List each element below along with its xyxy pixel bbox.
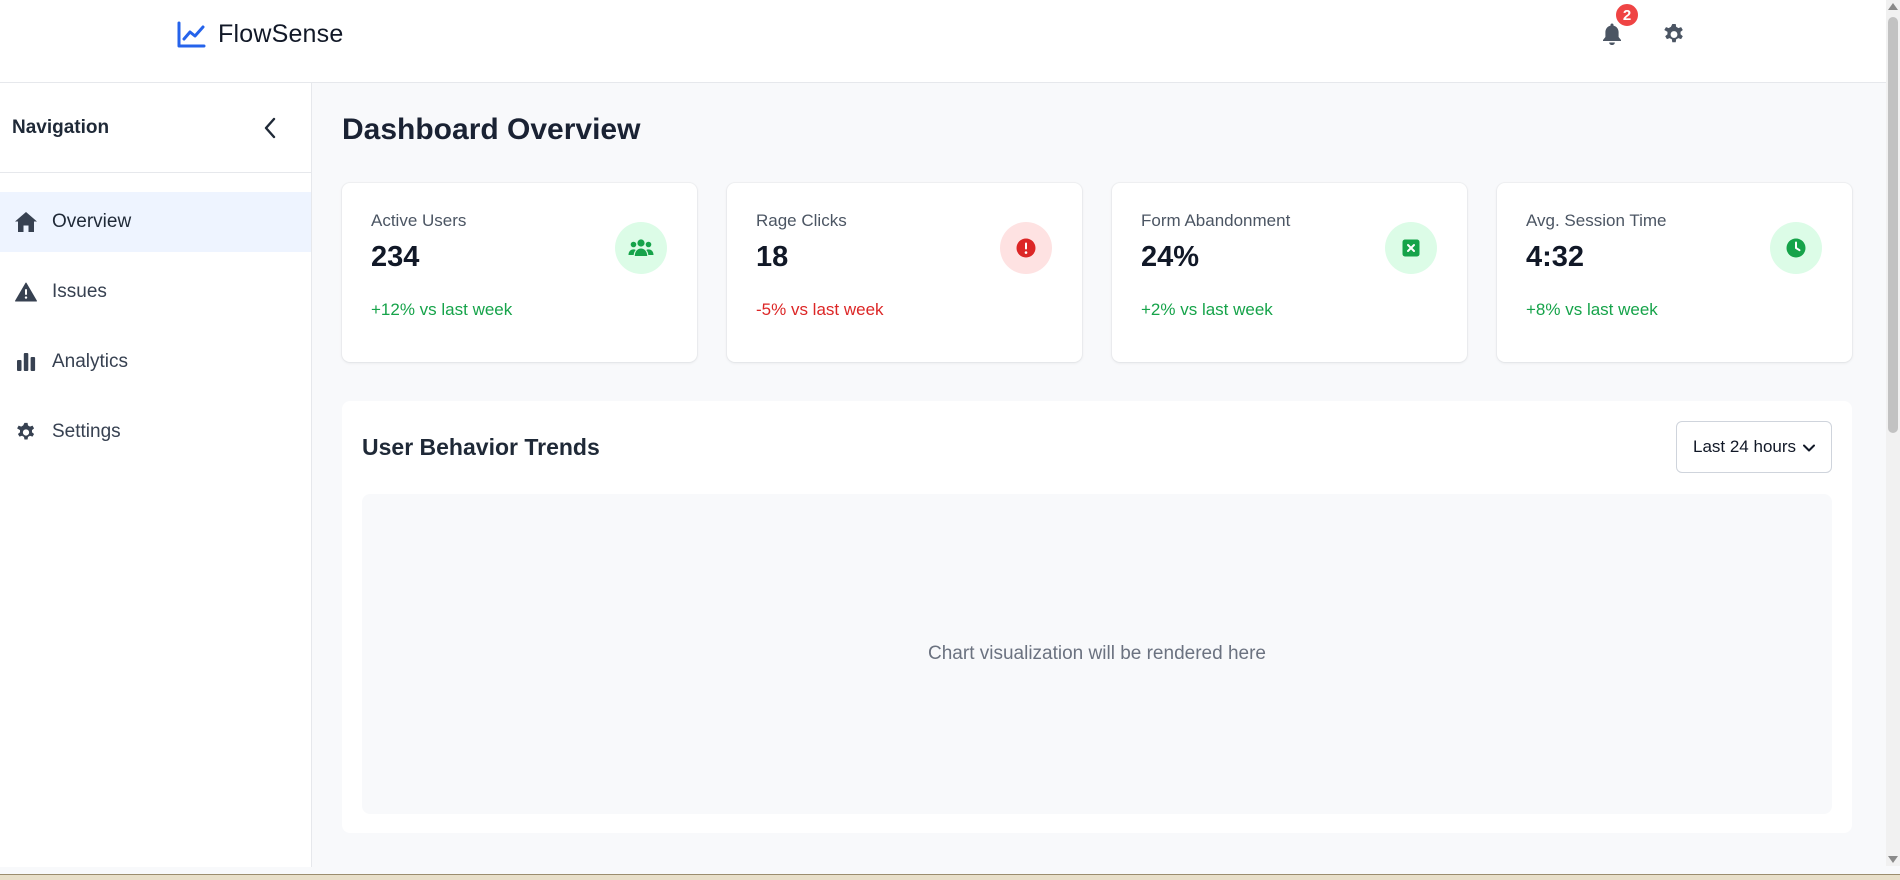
stat-change: +8% vs last week [1526,300,1658,319]
time-range-select[interactable]: Last 24 hours [1676,421,1832,473]
collapse-sidebar-button[interactable] [257,115,283,141]
clock-icon [1770,222,1822,274]
sidebar-header: Navigation [0,83,311,173]
header-actions: 2 [1600,2,1686,50]
stat-change: +12% vs last week [371,300,513,319]
stat-card-avg-session-time: Avg. Session Time 4:32 +8% vs last week [1497,183,1852,362]
chevron-down-icon [1803,437,1815,457]
chevron-left-icon [264,117,276,138]
stat-change: -5% vs last week [756,300,884,319]
line-chart-icon [176,21,206,49]
sidebar-item-issues[interactable]: Issues [0,262,311,322]
bottom-edge [0,874,1900,880]
sidebar-item-label: Issues [52,281,107,302]
sidebar-item-label: Settings [52,421,121,442]
stat-card-active-users: Active Users 234 +12% vs last week [342,183,697,362]
alert-circle-icon [1000,222,1052,274]
brand-name: FlowSense [218,20,344,48]
page-title: Dashboard Overview [342,113,641,146]
sidebar-item-overview[interactable]: Overview [0,192,311,252]
stat-change: +2% vs last week [1141,300,1273,319]
form-x-icon [1385,222,1437,274]
chart-placeholder: Chart visualization will be rendered her… [928,643,1266,664]
chart-area: Chart visualization will be rendered her… [362,494,1832,814]
sidebar-item-label: Analytics [52,351,129,372]
stat-card-rage-clicks: Rage Clicks 18 -5% vs last week [727,183,1082,362]
scroll-up-arrow[interactable] [1888,3,1898,10]
users-icon [615,222,667,274]
sidebar-item-analytics[interactable]: Analytics [0,332,311,392]
gear-icon [1662,22,1686,51]
sidebar-title: Navigation [12,116,110,138]
sidebar: Navigation Overview Issues Analytics Set… [0,83,312,867]
sidebar-nav: Overview Issues Analytics Settings [0,192,311,462]
bar-chart-icon [14,350,38,374]
top-header: FlowSense 2 [0,0,1886,83]
sidebar-item-settings[interactable]: Settings [0,402,311,462]
home-icon [14,210,38,234]
stats-row: Active Users 234 +12% vs last week Rage … [342,183,1852,362]
stat-card-form-abandonment: Form Abandonment 24% +2% vs last week [1112,183,1467,362]
scroll-down-arrow[interactable] [1888,856,1898,863]
user-behavior-trends-panel: User Behavior Trends Last 24 hours Chart… [342,401,1852,833]
sidebar-item-label: Overview [52,211,132,232]
notification-badge: 2 [1614,2,1640,28]
brand[interactable]: FlowSense [176,20,343,49]
panel-title: User Behavior Trends [362,434,600,460]
gear-icon [14,420,38,444]
warning-icon [14,280,38,304]
scroll-thumb[interactable] [1888,17,1898,433]
time-range-value: Last 24 hours [1693,437,1797,456]
notifications-button[interactable]: 2 [1600,2,1640,50]
settings-button[interactable] [1662,22,1686,50]
scrollbar[interactable] [1886,0,1900,866]
